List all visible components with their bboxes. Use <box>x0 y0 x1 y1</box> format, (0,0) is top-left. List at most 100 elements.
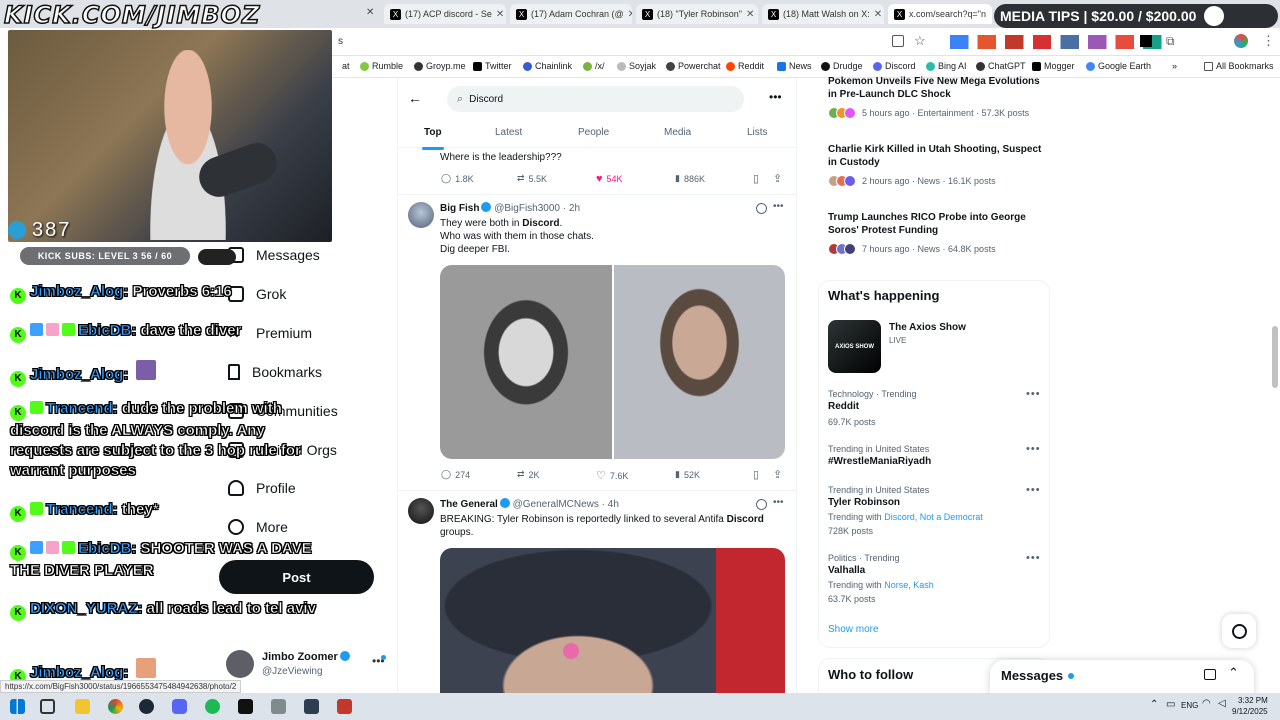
app-icon[interactable] <box>337 699 352 714</box>
star-icon[interactable]: ☆ <box>914 33 926 49</box>
more-icon[interactable]: ••• <box>773 201 784 212</box>
bookmark-item[interactable]: Groyp.me <box>414 61 466 71</box>
clock-date[interactable]: 9/12/2025 <box>1232 707 1268 716</box>
bookmark-item[interactable]: Google Earth <box>1086 61 1151 71</box>
bookmark-item[interactable]: All Bookmarks <box>1204 61 1274 71</box>
bookmark-item[interactable]: at <box>342 61 350 71</box>
close-icon[interactable]: ✕ <box>496 9 504 20</box>
task-view-icon[interactable] <box>40 699 55 714</box>
grok-icon[interactable] <box>756 203 767 214</box>
search-more-icon[interactable]: ••• <box>769 90 782 104</box>
grok-icon[interactable] <box>756 499 767 510</box>
bookmark-item[interactable]: Twitter <box>473 61 512 71</box>
bookmark-item[interactable]: Bing AI <box>926 61 967 71</box>
bookmarks-overflow-icon[interactable]: » <box>1172 61 1177 71</box>
more-icon[interactable]: ••• <box>1026 552 1041 564</box>
chrome-icon[interactable] <box>108 699 123 714</box>
chevron-up-icon[interactable]: ⌃ <box>1228 665 1239 681</box>
tab-lists[interactable]: Lists <box>747 127 768 138</box>
browser-tab[interactable]: X (17) ACP discord - Se ✕ <box>384 4 506 24</box>
bookmark-item[interactable]: Soyjak <box>617 61 656 71</box>
browser-menu-icon[interactable]: ⋮ <box>1262 33 1275 49</box>
like-button[interactable]: ♥ 54K <box>596 173 623 185</box>
tray-chevron-icon[interactable]: ⌃ <box>1150 699 1158 710</box>
repost-button[interactable]: ⇄ 2K <box>517 469 540 480</box>
trend-name[interactable]: Tyler Robinson <box>828 497 900 508</box>
browser-tab[interactable]: X (18) Matt Walsh on X: ✕ <box>762 4 884 24</box>
tweet-photo-left[interactable] <box>440 265 612 459</box>
news-title[interactable]: Trump Launches RICO Probe into George So… <box>828 211 1043 237</box>
repost-button[interactable]: ⇄ 5.5K <box>517 173 547 184</box>
terminal-icon[interactable] <box>238 699 253 714</box>
more-icon[interactable]: ••• <box>1026 484 1041 496</box>
clock-time[interactable]: 3:32 PM <box>1238 696 1268 705</box>
bookmark-item[interactable]: Chainlink <box>523 61 572 71</box>
tab-latest[interactable]: Latest <box>495 127 522 138</box>
tweet-photo-right[interactable] <box>614 265 785 459</box>
tab-media[interactable]: Media <box>664 127 691 138</box>
more-icon[interactable]: ••• <box>773 497 784 508</box>
reply-button[interactable]: ◯ 1.8K <box>441 173 474 184</box>
bookmark-item[interactable]: /x/ <box>583 61 605 71</box>
browser-tab[interactable]: X (18) "Tyler Robinson" ✕ <box>636 4 758 24</box>
share-icon[interactable]: ⇪ <box>773 468 782 481</box>
grok-float-button[interactable] <box>1222 614 1256 648</box>
bookmark-item[interactable]: News <box>777 61 812 71</box>
wifi-icon[interactable]: ◠ <box>1202 698 1211 709</box>
search-input[interactable]: ⌕ Discord <box>447 86 744 112</box>
bookmark-item[interactable]: Powerchat <box>666 61 721 71</box>
nav-profile[interactable]: Profile <box>228 480 296 496</box>
close-icon[interactable]: ✕ <box>366 7 374 18</box>
tweet-photo[interactable] <box>440 548 785 693</box>
install-icon[interactable] <box>892 35 904 47</box>
bookmark-item[interactable]: Discord <box>873 61 916 71</box>
browser-tab[interactable]: X (17) Adam Cochran (@ ✕ <box>510 4 632 24</box>
file-explorer-icon[interactable] <box>75 699 90 714</box>
avatar[interactable] <box>408 498 434 524</box>
browser-tab-active[interactable]: Xx.com/search?q="n <box>888 4 992 24</box>
live-thumbnail[interactable]: AXIOS SHOW <box>828 320 881 373</box>
trend-name[interactable]: Reddit <box>828 401 859 412</box>
trend-related-links[interactable]: Norse, Kash <box>884 580 934 590</box>
bookmark-item[interactable]: Drudge <box>821 61 863 71</box>
close-icon[interactable]: ✕ <box>746 9 754 20</box>
windows-start-icon[interactable] <box>10 699 25 714</box>
show-more-link[interactable]: Show more <box>828 624 879 635</box>
speaker-icon[interactable]: ◁ <box>1218 698 1226 709</box>
author-handle[interactable]: @GeneralMCNews <box>513 499 599 510</box>
bookmark-icon[interactable]: ▯ <box>753 172 759 185</box>
views-button[interactable]: ▮ 886K <box>675 173 705 184</box>
scrollbar-thumb[interactable] <box>1272 326 1278 388</box>
trend-related-links[interactable]: Discord, Not a Democrat <box>884 512 983 522</box>
compose-message-icon[interactable] <box>1204 669 1216 680</box>
bookmark-item[interactable]: Reddit <box>726 61 764 71</box>
bookmark-item[interactable]: Mogger <box>1032 61 1075 71</box>
news-title[interactable]: Pokemon Unveils Five New Mega Evolutions… <box>828 75 1043 101</box>
messages-drawer[interactable]: Messages ⌃ <box>990 660 1254 696</box>
app-icon[interactable] <box>304 699 319 714</box>
live-title[interactable]: The Axios Show <box>889 322 966 333</box>
author-name[interactable]: The General <box>440 499 498 510</box>
tab-people[interactable]: People <box>578 127 609 138</box>
trend-name[interactable]: #WrestleManiaRiyadh <box>828 456 931 467</box>
like-button[interactable]: ♡ 7.6K <box>596 469 628 482</box>
news-title[interactable]: Charlie Kirk Killed in Utah Shooting, Su… <box>828 143 1043 169</box>
avatar[interactable] <box>408 202 434 228</box>
network-icon[interactable]: ▭ <box>1166 699 1175 710</box>
tweet-time[interactable]: 4h <box>608 499 619 510</box>
bookmark-item[interactable]: Rumble <box>360 61 403 71</box>
address-bar[interactable]: s ☆ ⧉ ⋮ <box>330 28 1280 56</box>
reply-button[interactable]: ◯ 274 <box>441 469 470 480</box>
extensions-icon[interactable]: ⧉ <box>1166 34 1175 49</box>
share-icon[interactable]: ⇪ <box>773 172 782 185</box>
x-extension-icon[interactable] <box>1140 35 1152 47</box>
profile-avatar-icon[interactable] <box>1234 34 1248 48</box>
trend-name[interactable]: Valhalla <box>828 565 865 576</box>
bookmark-icon[interactable]: ▯ <box>753 468 759 481</box>
tweet-time[interactable]: 2h <box>569 203 580 214</box>
spotify-icon[interactable] <box>205 699 220 714</box>
bookmark-item[interactable]: ChatGPT <box>976 61 1026 71</box>
discord-icon[interactable] <box>172 699 187 714</box>
back-arrow-icon[interactable]: ← <box>408 90 422 106</box>
views-button[interactable]: ▮ 52K <box>675 469 700 480</box>
